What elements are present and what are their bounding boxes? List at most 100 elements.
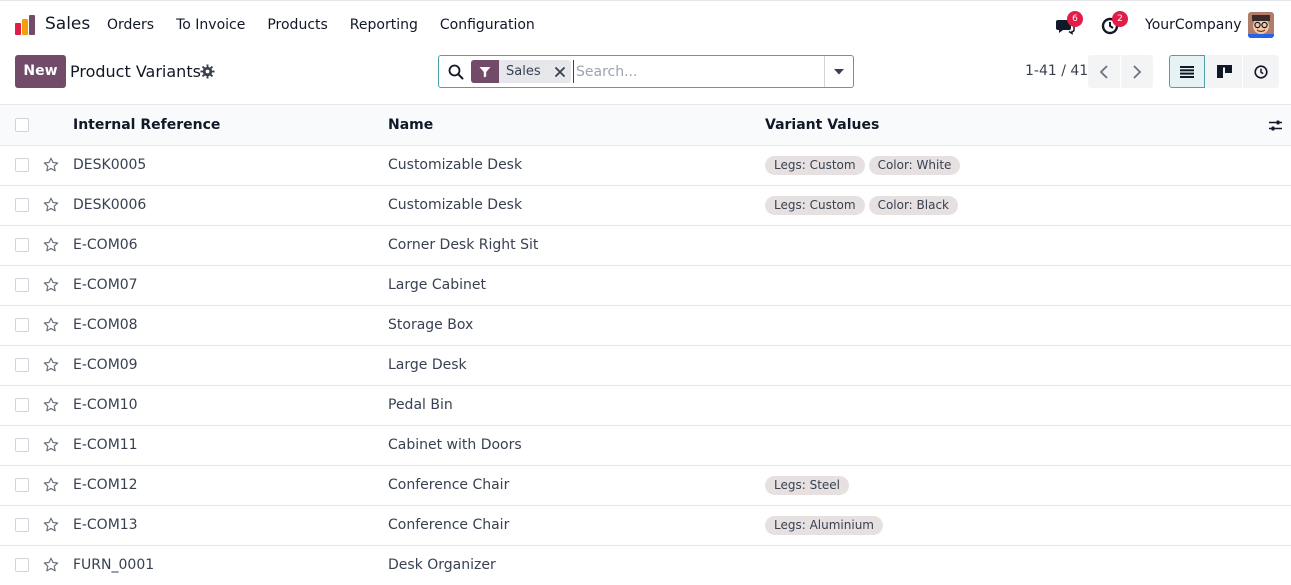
search-icon[interactable]	[448, 64, 464, 80]
cell-variant-values: Legs: Steel	[765, 476, 850, 495]
select-all-checkbox[interactable]	[15, 118, 29, 132]
search-facet: Sales	[471, 60, 571, 83]
app-name[interactable]: Sales	[45, 14, 90, 34]
cell-internal-reference: E-COM10	[73, 397, 138, 413]
variant-value-tag: Color: Black	[868, 196, 959, 215]
top-navbar: Sales Orders To Invoice Products Reporti…	[0, 0, 1291, 48]
caret-down-icon	[834, 68, 844, 74]
row-checkbox[interactable]	[15, 278, 29, 292]
table-row[interactable]: E-COM12 Conference Chair Legs: Steel	[0, 466, 1291, 506]
row-checkbox[interactable]	[15, 198, 29, 212]
star-icon[interactable]	[43, 317, 59, 333]
messages-badge: 6	[1067, 11, 1083, 27]
row-checkbox[interactable]	[15, 158, 29, 172]
cell-name: Large Desk	[388, 357, 467, 373]
cell-name: Customizable Desk	[388, 157, 523, 173]
row-checkbox[interactable]	[15, 238, 29, 252]
search-input[interactable]	[573, 60, 821, 83]
avatar-image	[1248, 12, 1274, 38]
star-icon[interactable]	[43, 357, 59, 373]
row-checkbox[interactable]	[15, 318, 29, 332]
gear-icon[interactable]	[200, 64, 215, 79]
search-options-toggle[interactable]	[824, 56, 853, 87]
view-kanban-button[interactable]	[1206, 55, 1242, 88]
table-row[interactable]: E-COM06 Corner Desk Right Sit	[0, 226, 1291, 266]
star-icon[interactable]	[43, 157, 59, 173]
pager-value[interactable]: 1-41 / 41	[1025, 63, 1088, 79]
messages-button[interactable]: 6	[1055, 11, 1083, 37]
cell-internal-reference: E-COM06	[73, 237, 138, 253]
cell-name: Conference Chair	[388, 517, 510, 533]
row-checkbox[interactable]	[15, 438, 29, 452]
list-view-icon	[1180, 65, 1194, 78]
star-icon[interactable]	[43, 477, 59, 493]
row-checkbox[interactable]	[15, 558, 29, 572]
table-row[interactable]: E-COM13 Conference Chair Legs: Aluminium	[0, 506, 1291, 546]
new-button[interactable]: New	[15, 55, 66, 88]
menu-item-products[interactable]: Products	[256, 1, 338, 49]
table-row[interactable]: DESK0006 Customizable Desk Legs: Custom Col…	[0, 186, 1291, 226]
facet-label: Sales	[506, 64, 541, 79]
sliders-icon[interactable]	[1268, 118, 1283, 133]
pager-next-button[interactable]	[1121, 55, 1153, 88]
view-activity-button[interactable]	[1243, 55, 1279, 88]
table-row[interactable]: E-COM09 Large Desk	[0, 346, 1291, 386]
search-bar: Sales	[438, 55, 854, 88]
view-list-button[interactable]	[1169, 55, 1205, 88]
activities-badge: 2	[1112, 11, 1128, 27]
product-variants-list: Internal Reference Name Variant Values D…	[0, 104, 1291, 585]
filter-icon	[479, 66, 491, 77]
company-switcher[interactable]: YourCompany	[1145, 17, 1242, 33]
cell-internal-reference: E-COM13	[73, 517, 138, 533]
kanban-view-icon	[1216, 65, 1232, 78]
cell-internal-reference: E-COM09	[73, 357, 138, 373]
cell-variant-values: Legs: Aluminium	[765, 516, 883, 535]
table-row[interactable]: DESK0005 Customizable Desk Legs: Custom Col…	[0, 146, 1291, 186]
cell-name: Large Cabinet	[388, 277, 486, 293]
variant-value-tag: Legs: Custom	[765, 156, 865, 175]
cell-variant-values: Legs: Custom Color: White	[765, 156, 961, 175]
star-icon[interactable]	[43, 197, 59, 213]
column-header-internal-reference[interactable]: Internal Reference	[73, 105, 220, 146]
cell-internal-reference: FURN_0001	[73, 557, 155, 573]
star-icon[interactable]	[43, 517, 59, 533]
row-checkbox[interactable]	[15, 398, 29, 412]
facet-remove-button[interactable]	[549, 60, 571, 83]
list-header: Internal Reference Name Variant Values	[0, 104, 1291, 146]
menu-item-reporting[interactable]: Reporting	[339, 1, 429, 49]
cell-internal-reference: E-COM07	[73, 277, 138, 293]
cell-internal-reference: DESK0005	[73, 157, 147, 173]
menu-item-configuration[interactable]: Configuration	[429, 1, 546, 49]
menu-item-to-invoice[interactable]: To Invoice	[165, 1, 256, 49]
row-checkbox[interactable]	[15, 478, 29, 492]
cell-internal-reference: E-COM12	[73, 477, 138, 493]
pager-previous-button[interactable]	[1088, 55, 1120, 88]
table-row[interactable]: E-COM10 Pedal Bin	[0, 386, 1291, 426]
variant-value-tag: Color: White	[868, 156, 961, 175]
sales-app-icon[interactable]	[14, 14, 36, 36]
star-icon[interactable]	[43, 557, 59, 573]
table-row[interactable]: E-COM07 Large Cabinet	[0, 266, 1291, 306]
variant-value-tag: Legs: Steel	[765, 476, 850, 495]
cell-name: Storage Box	[388, 317, 474, 333]
star-icon[interactable]	[43, 237, 59, 253]
cell-variant-values: Legs: Custom Color: Black	[765, 196, 959, 215]
star-icon[interactable]	[43, 437, 59, 453]
table-row[interactable]: E-COM11 Cabinet with Doors	[0, 426, 1291, 466]
column-header-variant-values[interactable]: Variant Values	[765, 105, 879, 146]
table-row[interactable]: FURN_0001 Desk Organizer	[0, 546, 1291, 585]
cell-internal-reference: E-COM08	[73, 317, 138, 333]
activities-button[interactable]: 2	[1100, 11, 1128, 37]
user-avatar[interactable]	[1248, 12, 1274, 38]
variant-value-tag: Legs: Aluminium	[765, 516, 883, 535]
table-row[interactable]: E-COM08 Storage Box	[0, 306, 1291, 346]
row-checkbox[interactable]	[15, 518, 29, 532]
column-header-name[interactable]: Name	[388, 105, 433, 146]
row-checkbox[interactable]	[15, 358, 29, 372]
page-title[interactable]: Product Variants	[70, 62, 201, 82]
star-icon[interactable]	[43, 397, 59, 413]
star-icon[interactable]	[43, 277, 59, 293]
cell-name: Cabinet with Doors	[388, 437, 522, 453]
menu-item-orders[interactable]: Orders	[96, 1, 165, 49]
main-menu: Orders To Invoice Products Reporting Con…	[96, 1, 546, 49]
